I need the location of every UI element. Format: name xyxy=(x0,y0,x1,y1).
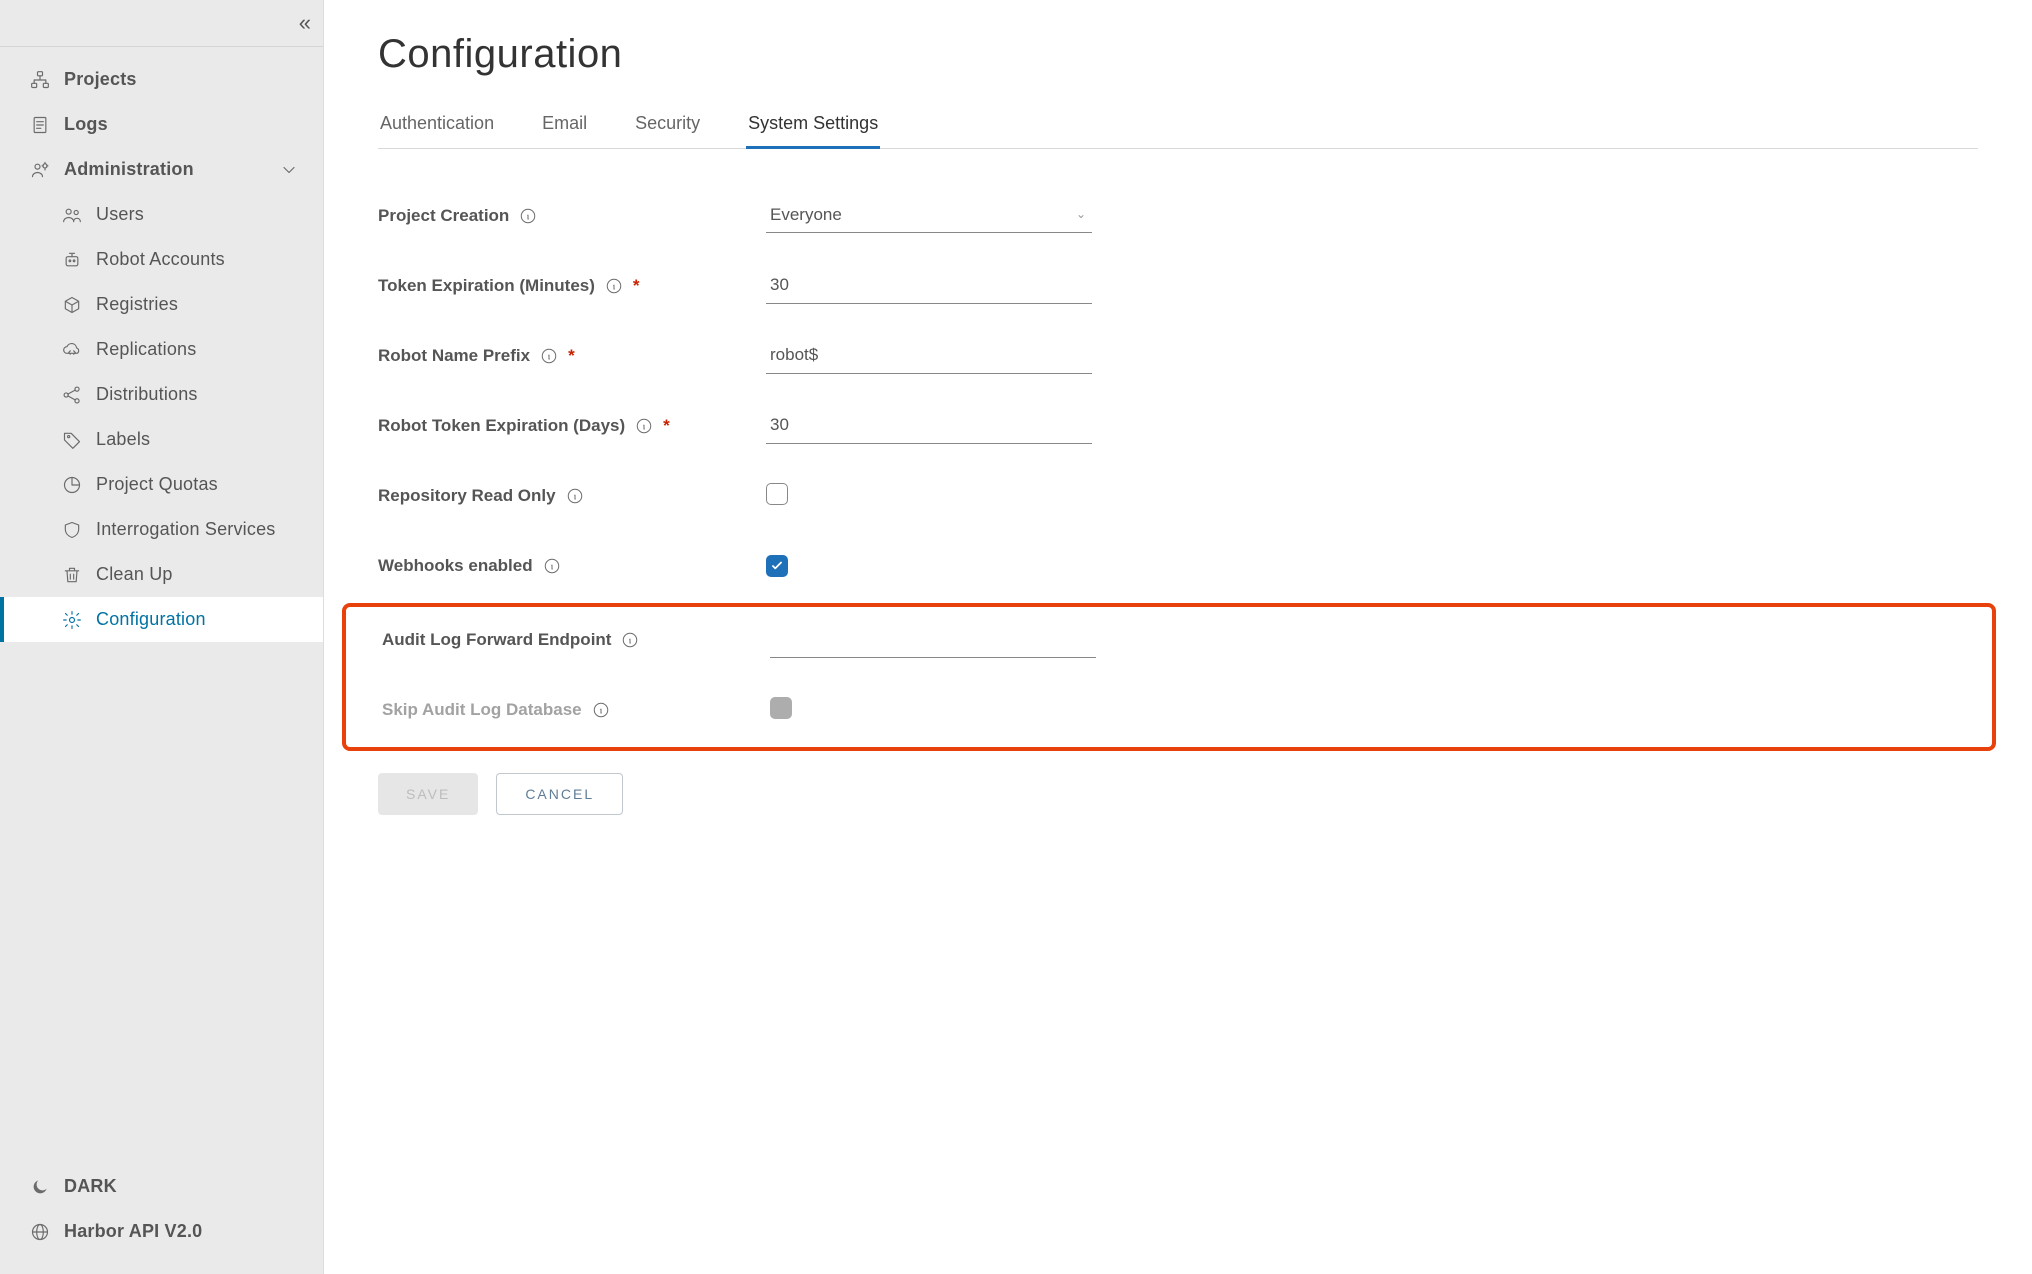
cloud-sync-icon xyxy=(62,340,82,360)
input-audit-log-forward[interactable] xyxy=(770,623,1096,658)
sidebar-item-label: Project Quotas xyxy=(96,474,218,495)
label-robot-token-expiration: Robot Token Expiration (Days) * xyxy=(378,416,766,436)
sidebar-subitem-interrogation-services[interactable]: Interrogation Services xyxy=(0,507,323,552)
row-robot-token-expiration: Robot Token Expiration (Days) * xyxy=(378,403,1978,449)
cancel-button[interactable]: CANCEL xyxy=(496,773,623,815)
api-icon xyxy=(30,1222,50,1242)
sidebar-subitem-robot-accounts[interactable]: Robot Accounts xyxy=(0,237,323,282)
sidebar-collapse-button[interactable]: « xyxy=(299,10,305,36)
checkbox-repo-read-only[interactable] xyxy=(766,483,788,505)
sidebar-item-logs[interactable]: Logs xyxy=(0,102,323,147)
sidebar-subitem-users[interactable]: Users xyxy=(0,192,323,237)
select-project-creation[interactable]: Everyone xyxy=(766,199,1092,233)
row-skip-audit-log-db: Skip Audit Log Database xyxy=(346,687,1982,733)
tab-email[interactable]: Email xyxy=(540,105,589,148)
cube-icon xyxy=(62,295,82,315)
chevron-down-icon xyxy=(279,160,299,180)
sidebar-subitem-replications[interactable]: Replications xyxy=(0,327,323,372)
sidebar-subitem-registries[interactable]: Registries xyxy=(0,282,323,327)
sidebar-subitem-clean-up[interactable]: Clean Up xyxy=(0,552,323,597)
sidebar-item-label: Projects xyxy=(64,69,137,90)
tabs: Authentication Email Security System Set… xyxy=(378,105,1978,149)
sidebar-item-label: Clean Up xyxy=(96,564,173,585)
theme-label: DARK xyxy=(64,1176,117,1197)
row-project-creation: Project Creation Everyone ⌄ xyxy=(378,193,1978,239)
sidebar-subitem-configuration[interactable]: Configuration xyxy=(0,597,323,642)
info-icon[interactable] xyxy=(543,557,561,575)
sidebar: « Projects Logs Administration Users xyxy=(0,0,324,1274)
form-actions: SAVE CANCEL xyxy=(378,773,1978,815)
sidebar-item-label: Registries xyxy=(96,294,178,315)
info-icon[interactable] xyxy=(635,417,653,435)
highlight-audit-log-section: Audit Log Forward Endpoint Skip Audit Lo… xyxy=(342,603,1996,751)
sidebar-nav: Projects Logs Administration Users Robot… xyxy=(0,47,323,1164)
row-webhooks-enabled: Webhooks enabled xyxy=(378,543,1978,589)
share-icon xyxy=(62,385,82,405)
sidebar-subitem-distributions[interactable]: Distributions xyxy=(0,372,323,417)
row-repo-read-only: Repository Read Only xyxy=(378,473,1978,519)
sidebar-item-projects[interactable]: Projects xyxy=(0,57,323,102)
sidebar-item-label: Logs xyxy=(64,114,108,135)
row-token-expiration: Token Expiration (Minutes) * xyxy=(378,263,1978,309)
input-robot-name-prefix[interactable] xyxy=(766,339,1092,374)
info-icon[interactable] xyxy=(605,277,623,295)
sidebar-subitem-labels[interactable]: Labels xyxy=(0,417,323,462)
label-audit-log-forward: Audit Log Forward Endpoint xyxy=(382,630,770,650)
document-icon xyxy=(30,115,50,135)
pie-icon xyxy=(62,475,82,495)
sidebar-subitem-project-quotas[interactable]: Project Quotas xyxy=(0,462,323,507)
sidebar-item-label: Distributions xyxy=(96,384,198,405)
sidebar-item-label: Replications xyxy=(96,339,196,360)
sidebar-item-administration[interactable]: Administration xyxy=(0,147,323,192)
info-icon[interactable] xyxy=(540,347,558,365)
info-icon[interactable] xyxy=(621,631,639,649)
input-token-expiration[interactable] xyxy=(766,269,1092,304)
row-audit-log-forward: Audit Log Forward Endpoint xyxy=(346,617,1982,663)
info-icon[interactable] xyxy=(566,487,584,505)
sidebar-item-label: Labels xyxy=(96,429,150,450)
info-icon[interactable] xyxy=(592,701,610,719)
api-label: Harbor API V2.0 xyxy=(64,1221,202,1242)
info-icon[interactable] xyxy=(519,207,537,225)
label-webhooks-enabled: Webhooks enabled xyxy=(378,556,766,576)
tab-system-settings[interactable]: System Settings xyxy=(746,105,880,148)
checkbox-skip-audit-log-db xyxy=(770,697,792,719)
sidebar-item-label: Configuration xyxy=(96,609,206,630)
moon-icon xyxy=(30,1177,50,1197)
trash-icon xyxy=(62,565,82,585)
label-repo-read-only: Repository Read Only xyxy=(378,486,766,506)
sidebar-item-label: Interrogation Services xyxy=(96,519,276,540)
save-button[interactable]: SAVE xyxy=(378,773,478,815)
robot-icon xyxy=(62,250,82,270)
tab-security[interactable]: Security xyxy=(633,105,702,148)
row-robot-name-prefix: Robot Name Prefix * xyxy=(378,333,1978,379)
sitemap-icon xyxy=(30,70,50,90)
api-link[interactable]: Harbor API V2.0 xyxy=(0,1209,323,1254)
checkbox-webhooks-enabled[interactable] xyxy=(766,555,788,577)
sidebar-item-label: Robot Accounts xyxy=(96,249,225,270)
label-project-creation: Project Creation xyxy=(378,206,766,226)
gear-user-icon xyxy=(30,160,50,180)
shield-icon xyxy=(62,520,82,540)
sidebar-item-label: Users xyxy=(96,204,144,225)
tag-icon xyxy=(62,430,82,450)
theme-toggle[interactable]: DARK xyxy=(0,1164,323,1209)
users-icon xyxy=(62,205,82,225)
label-skip-audit-log-db: Skip Audit Log Database xyxy=(382,700,770,720)
main-content: Configuration Authentication Email Secur… xyxy=(324,0,2032,1274)
input-robot-token-expiration[interactable] xyxy=(766,409,1092,444)
label-robot-name-prefix: Robot Name Prefix * xyxy=(378,346,766,366)
tab-authentication[interactable]: Authentication xyxy=(378,105,496,148)
page-title: Configuration xyxy=(378,32,1978,77)
gear-icon xyxy=(62,610,82,630)
sidebar-item-label: Administration xyxy=(64,159,194,180)
label-token-expiration: Token Expiration (Minutes) * xyxy=(378,276,766,296)
